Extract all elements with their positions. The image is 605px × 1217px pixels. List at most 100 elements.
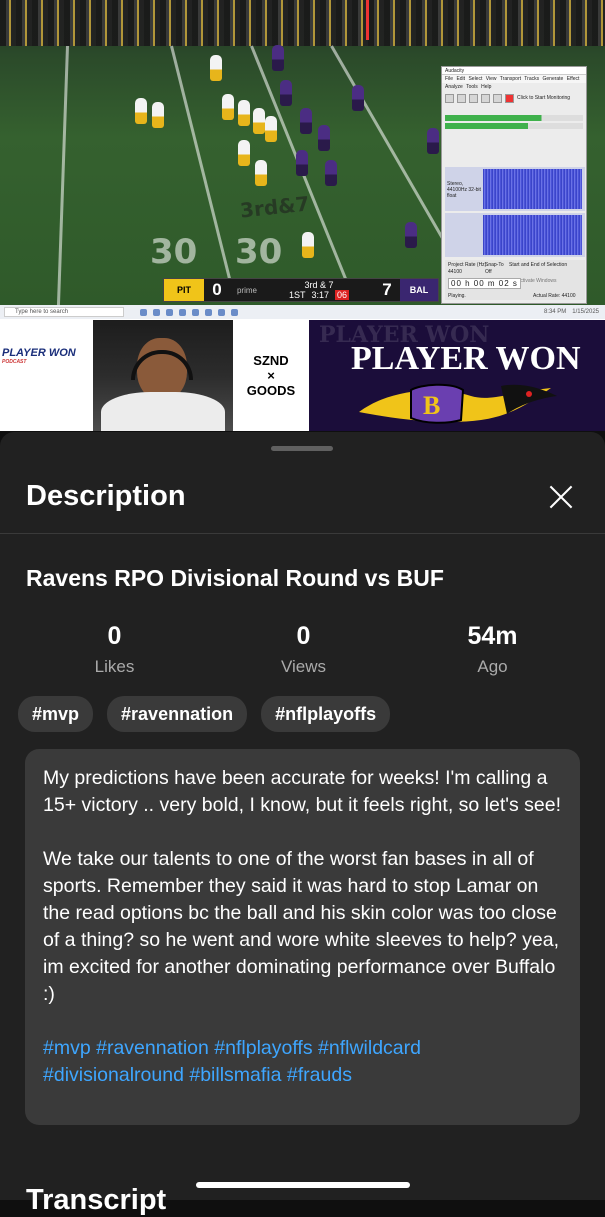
player: [135, 98, 147, 124]
app-icon[interactable]: [140, 308, 147, 316]
video-title: Ravens RPO Divisional Round vs BUF: [26, 565, 444, 591]
ravens-logo-icon: B: [359, 383, 557, 424]
streamer-jersey: [101, 392, 225, 431]
yard-line: [56, 45, 69, 305]
taskbar-date: 1/15/2025: [572, 309, 599, 315]
app-icon[interactable]: [153, 308, 160, 316]
player: [222, 94, 234, 120]
player: [352, 85, 364, 111]
snap-select[interactable]: Off: [485, 269, 492, 275]
skip-end-button[interactable]: [493, 93, 502, 103]
tag-chip-nflplayoffs[interactable]: #nflplayoffs: [261, 696, 391, 732]
logo-subtext: PODCAST: [2, 359, 27, 365]
quarter: 1ST: [288, 290, 306, 300]
hashtag-link[interactable]: #ravennation: [96, 1037, 209, 1059]
play-clock: 06: [335, 290, 350, 300]
drag-handle-icon[interactable]: [271, 446, 333, 451]
away-team-logo: BAL: [400, 279, 438, 301]
player: [427, 128, 439, 154]
tag-chip-mvp[interactable]: #mvp: [18, 696, 94, 732]
stream-overlay: PLAYER WON PODCAST SZND × GOODS PLAYER W…: [0, 319, 605, 431]
game-status: 3rd & 7 1ST 3:17 06: [264, 280, 374, 300]
stat-label: Views: [280, 657, 327, 676]
player-won-logo: PLAYER WON PODCAST: [2, 347, 88, 371]
project-rate-label: Project Rate (Hz): [448, 262, 487, 268]
app-icon[interactable]: [166, 308, 173, 316]
app-icon[interactable]: [218, 308, 225, 316]
app-icon[interactable]: [192, 308, 199, 316]
project-rate-select[interactable]: 44100: [448, 269, 462, 275]
player: [152, 102, 164, 128]
player-won-banner: PLAYER WON PLAYER WON B: [309, 320, 605, 431]
pause-button[interactable]: [445, 93, 454, 103]
sponsor-line: SZND: [253, 352, 289, 368]
player: [296, 150, 308, 176]
home-score: 0: [212, 280, 222, 299]
taskbar-search[interactable]: Type here to search: [4, 307, 124, 317]
description-paragraph: We take our talents to one of the worst …: [43, 848, 559, 1005]
sheet-header: Description: [0, 466, 605, 534]
network-logo: prime: [236, 285, 257, 295]
audio-track[interactable]: [445, 213, 585, 257]
app-icon[interactable]: [179, 308, 186, 316]
skip-start-button[interactable]: [481, 93, 490, 103]
player: [238, 140, 250, 166]
hashtag-link[interactable]: #nflwildcard: [318, 1037, 421, 1059]
hashtag-link[interactable]: #billsmafia: [189, 1064, 281, 1086]
waveform[interactable]: [483, 169, 582, 209]
activate-windows-text: Activate Windows: [517, 278, 557, 284]
hashtag-link[interactable]: #mvp: [43, 1037, 91, 1059]
hashtag-link[interactable]: #divisionalround: [43, 1064, 184, 1086]
stat-value: 54m: [467, 622, 518, 650]
sheet-title: Description: [26, 480, 186, 512]
windows-taskbar: Type here to search 8:34 PM 1/15/2025: [0, 305, 605, 319]
video-player[interactable]: 30 30 3rd&7 PIT 0 prime 3rd & 7 1ST 3:17…: [0, 0, 605, 305]
description-sheet: Description Ravens RPO Divisional Round …: [0, 432, 605, 1216]
app-icon[interactable]: [205, 308, 212, 316]
audacity-window[interactable]: Audacity File Edit Select View Transport…: [441, 66, 587, 304]
audio-track[interactable]: Stereo, 44100Hz 32-bit float: [445, 167, 585, 211]
monitor-label[interactable]: Click to Start Monitoring: [517, 95, 570, 101]
snap-label: Snap-To: [485, 262, 504, 268]
audacity-menu[interactable]: File Edit Select View Transport Tracks G…: [442, 75, 586, 90]
field-number: 30: [150, 232, 198, 272]
player: [302, 232, 314, 258]
stadium-crowd: [0, 0, 605, 46]
stat-label: Ago: [477, 657, 508, 676]
app-icon[interactable]: [231, 308, 238, 316]
hashtag-link[interactable]: #frauds: [287, 1064, 352, 1086]
banner-title: PLAYER WON: [351, 340, 581, 377]
play-button[interactable]: [457, 93, 466, 103]
taskbar-clock: 8:34 PM: [543, 309, 567, 315]
waveform[interactable]: [483, 215, 582, 255]
record-button[interactable]: [505, 93, 514, 103]
selection-label: Start and End of Selection: [509, 262, 568, 268]
player: [325, 160, 337, 186]
stat-label: Likes: [94, 657, 135, 676]
player: [210, 55, 222, 81]
game-clock: 3:17: [311, 290, 330, 300]
home-indicator[interactable]: [196, 1182, 410, 1188]
tag-chip-ravennation[interactable]: #ravennation: [107, 696, 248, 732]
close-icon[interactable]: [544, 480, 578, 514]
video-stats: 0 Likes 0 Views 54m Ago: [0, 622, 605, 677]
webcam-feed: [93, 320, 233, 431]
home-team-logo: PIT: [164, 279, 204, 301]
views-stat: 0 Views: [209, 622, 398, 677]
away-score: 7: [382, 280, 392, 299]
description-paragraph: My predictions have been accurate for we…: [43, 767, 562, 816]
stop-button[interactable]: [469, 93, 478, 103]
audacity-title: Audacity: [442, 67, 586, 75]
field-number: 30: [235, 232, 283, 272]
svg-text:B: B: [423, 391, 440, 420]
player: [238, 100, 250, 126]
player: [265, 116, 277, 142]
player: [272, 45, 284, 71]
status-text: Playing.: [448, 293, 466, 299]
player: [405, 222, 417, 248]
player: [318, 125, 330, 151]
hashtag-link[interactable]: #nflplayoffs: [214, 1037, 312, 1059]
down-distance: 3rd & 7: [304, 280, 334, 290]
